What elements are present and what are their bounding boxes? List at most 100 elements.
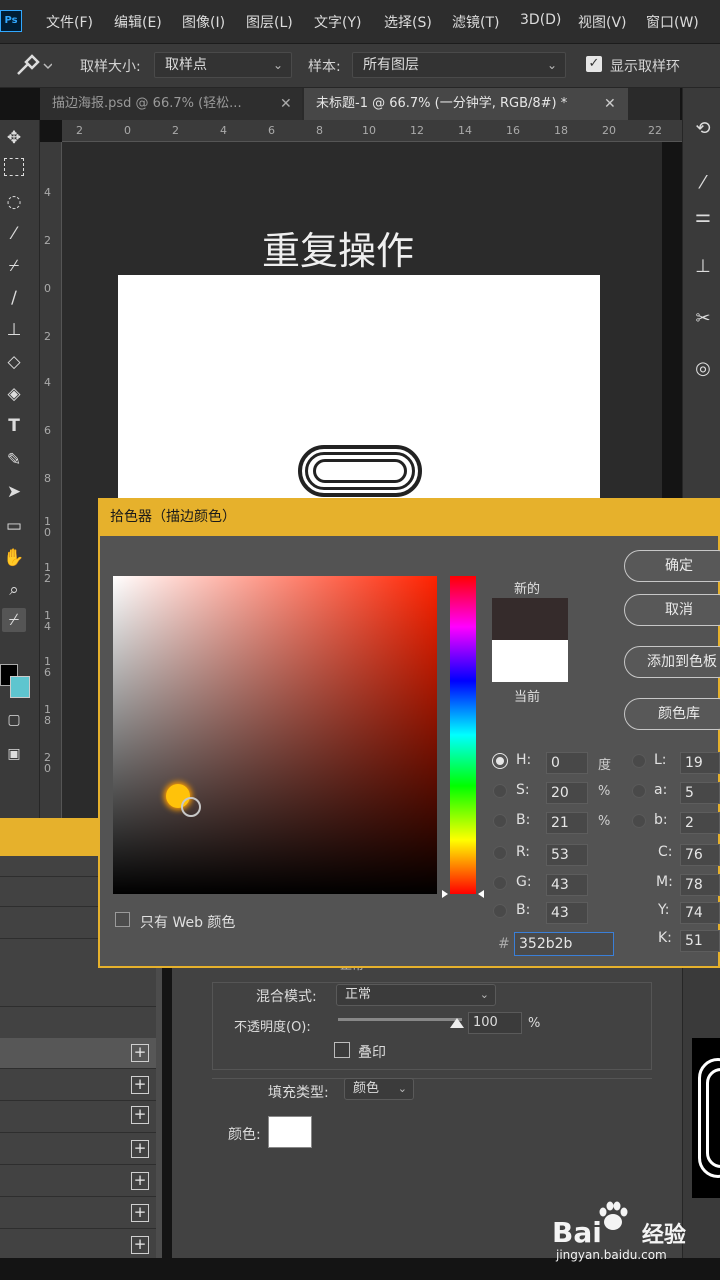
move-tool-icon[interactable]: ✥ bbox=[2, 126, 26, 150]
green-field[interactable]: 43 bbox=[546, 874, 588, 896]
brightness-radio[interactable] bbox=[493, 814, 507, 828]
add-icon[interactable]: + bbox=[131, 1172, 149, 1190]
lab-b-radio[interactable] bbox=[632, 814, 646, 828]
eyedropper-active-icon[interactable]: ⌿ bbox=[2, 608, 26, 632]
clone-source-icon[interactable]: ⊥ bbox=[690, 254, 716, 280]
opacity-slider-thumb[interactable] bbox=[450, 1018, 464, 1028]
menu-layer[interactable]: 图层(L) bbox=[246, 12, 293, 32]
add-icon[interactable]: + bbox=[131, 1076, 149, 1094]
tab-label: 未标题-1 @ 66.7% (一分钟学, RGB/8#) * bbox=[316, 96, 568, 111]
opacity-input[interactable]: 100 bbox=[468, 1012, 522, 1034]
fill-color-swatch[interactable] bbox=[268, 1116, 312, 1148]
sample-value: 所有图层 bbox=[363, 57, 419, 73]
menu-3d[interactable]: 3D(D) bbox=[520, 12, 561, 28]
lab-l-radio[interactable] bbox=[632, 754, 646, 768]
lab-a-field[interactable]: 5 bbox=[680, 782, 720, 804]
add-icon[interactable]: + bbox=[131, 1140, 149, 1158]
yellow-field[interactable]: 74 bbox=[680, 902, 720, 924]
pen-tool-icon[interactable]: ✎ bbox=[2, 448, 26, 472]
sample-select[interactable]: 所有图层 ⌄ bbox=[352, 52, 566, 78]
tools-icon[interactable]: ✂ bbox=[690, 306, 716, 332]
ruler-tick: 0 bbox=[44, 282, 51, 295]
marquee-tool-icon[interactable] bbox=[4, 158, 24, 176]
red-field[interactable]: 53 bbox=[546, 844, 588, 866]
lab-l-field[interactable]: 19 bbox=[680, 752, 720, 774]
zoom-tool-icon[interactable]: ⌕ bbox=[2, 578, 26, 602]
add-icon[interactable]: + bbox=[131, 1236, 149, 1254]
menu-edit[interactable]: 编辑(E) bbox=[114, 12, 162, 32]
add-icon[interactable]: + bbox=[131, 1106, 149, 1124]
menu-view[interactable]: 视图(V) bbox=[578, 12, 627, 32]
menu-filter[interactable]: 滤镜(T) bbox=[452, 12, 499, 32]
close-icon[interactable]: ✕ bbox=[604, 96, 616, 112]
hue-slider[interactable] bbox=[450, 576, 476, 894]
brush-settings-icon[interactable]: ⁄ bbox=[690, 170, 716, 196]
menu-type[interactable]: 文字(Y) bbox=[314, 12, 361, 32]
ruler-tick: 2 0 bbox=[44, 751, 51, 775]
eraser-tool-icon[interactable]: ◇ bbox=[2, 350, 26, 374]
blue-radio[interactable] bbox=[493, 904, 507, 918]
lab-b-field[interactable]: 2 bbox=[680, 812, 720, 834]
background-color-swatch[interactable] bbox=[10, 676, 30, 698]
blend-mode-value: 正常 bbox=[345, 987, 372, 1002]
menu-window[interactable]: 窗口(W) bbox=[646, 12, 699, 32]
divider bbox=[0, 1068, 156, 1069]
magenta-field[interactable]: 78 bbox=[680, 874, 720, 896]
adjustments-icon[interactable]: ⚌ bbox=[690, 204, 716, 230]
cyan-field[interactable]: 76 bbox=[680, 844, 720, 866]
type-tool-icon[interactable]: T bbox=[2, 414, 26, 438]
hand-tool-icon[interactable]: ✋ bbox=[2, 546, 26, 570]
history-icon[interactable]: ⟲ bbox=[690, 116, 716, 142]
saturation-field[interactable]: 20 bbox=[546, 782, 588, 804]
quick-mask-icon[interactable]: ▢ bbox=[2, 708, 26, 732]
current-color-swatch[interactable] bbox=[492, 640, 568, 682]
paint-bucket-icon[interactable]: ◈ bbox=[2, 382, 26, 406]
hue-slider-arrow[interactable] bbox=[442, 890, 448, 898]
menu-image[interactable]: 图像(I) bbox=[182, 12, 225, 32]
overprint-checkbox[interactable] bbox=[334, 1042, 350, 1058]
menu-select[interactable]: 选择(S) bbox=[384, 12, 432, 32]
saturation-radio[interactable] bbox=[493, 784, 507, 798]
add-to-swatches-button[interactable]: 添加到色板 bbox=[624, 646, 720, 678]
opacity-slider[interactable] bbox=[338, 1018, 462, 1021]
menu-file[interactable]: 文件(F) bbox=[46, 12, 93, 32]
blend-mode-select[interactable]: 正常 ⌄ bbox=[336, 984, 496, 1006]
tab-untitled[interactable]: 未标题-1 @ 66.7% (一分钟学, RGB/8#) * bbox=[304, 88, 628, 120]
magic-wand-tool-icon[interactable]: ⁄ bbox=[2, 222, 26, 246]
screen-mode-icon[interactable]: ▣ bbox=[2, 742, 26, 766]
close-icon[interactable]: ✕ bbox=[280, 96, 292, 112]
color-libraries-button[interactable]: 颜色库 bbox=[624, 698, 720, 730]
percent-unit: % bbox=[598, 814, 611, 829]
hue-field[interactable]: 0 bbox=[546, 752, 588, 774]
eyedropper-icon[interactable] bbox=[12, 52, 52, 80]
brightness-field[interactable]: 21 bbox=[546, 812, 588, 834]
add-icon[interactable]: + bbox=[131, 1044, 149, 1062]
hex-field[interactable]: 352b2b bbox=[514, 932, 614, 956]
blue-field[interactable]: 43 bbox=[546, 902, 588, 924]
sample-size-select[interactable]: 取样点 ⌄ bbox=[154, 52, 292, 78]
show-ring-checkbox[interactable]: ✓ bbox=[586, 56, 602, 72]
lasso-tool-icon[interactable]: ◌ bbox=[2, 190, 26, 214]
hue-slider-arrow[interactable] bbox=[478, 890, 484, 898]
stamp-tool-icon[interactable]: ⊥ bbox=[2, 318, 26, 342]
brush-tool-icon[interactable]: ∕ bbox=[2, 286, 26, 310]
ok-button[interactable]: 确定 bbox=[624, 550, 720, 582]
hue-radio[interactable] bbox=[493, 754, 507, 768]
eyedropper-tool-icon[interactable]: ⌿ bbox=[2, 254, 26, 278]
green-radio[interactable] bbox=[493, 876, 507, 890]
path-select-icon[interactable]: ➤ bbox=[2, 480, 26, 504]
black-field[interactable]: 51 bbox=[680, 930, 720, 952]
blend-mode-label: 混合模式: bbox=[256, 989, 317, 1005]
fill-type-select[interactable]: 颜色 ⌄ bbox=[344, 1078, 414, 1100]
lab-a-radio[interactable] bbox=[632, 784, 646, 798]
ruler-tick: 6 bbox=[268, 124, 275, 137]
dialog-header-strip bbox=[0, 818, 100, 856]
tab-poster[interactable]: 描边海报.psd @ 66.7% (轻松... bbox=[40, 88, 302, 120]
shape-tool-icon[interactable]: ▭ bbox=[2, 514, 26, 538]
web-colors-checkbox[interactable] bbox=[115, 912, 130, 927]
cancel-button[interactable]: 取消 bbox=[624, 594, 720, 626]
color-field[interactable] bbox=[113, 576, 437, 894]
red-radio[interactable] bbox=[493, 846, 507, 860]
add-icon[interactable]: + bbox=[131, 1204, 149, 1222]
libraries-icon[interactable]: ◎ bbox=[690, 356, 716, 382]
